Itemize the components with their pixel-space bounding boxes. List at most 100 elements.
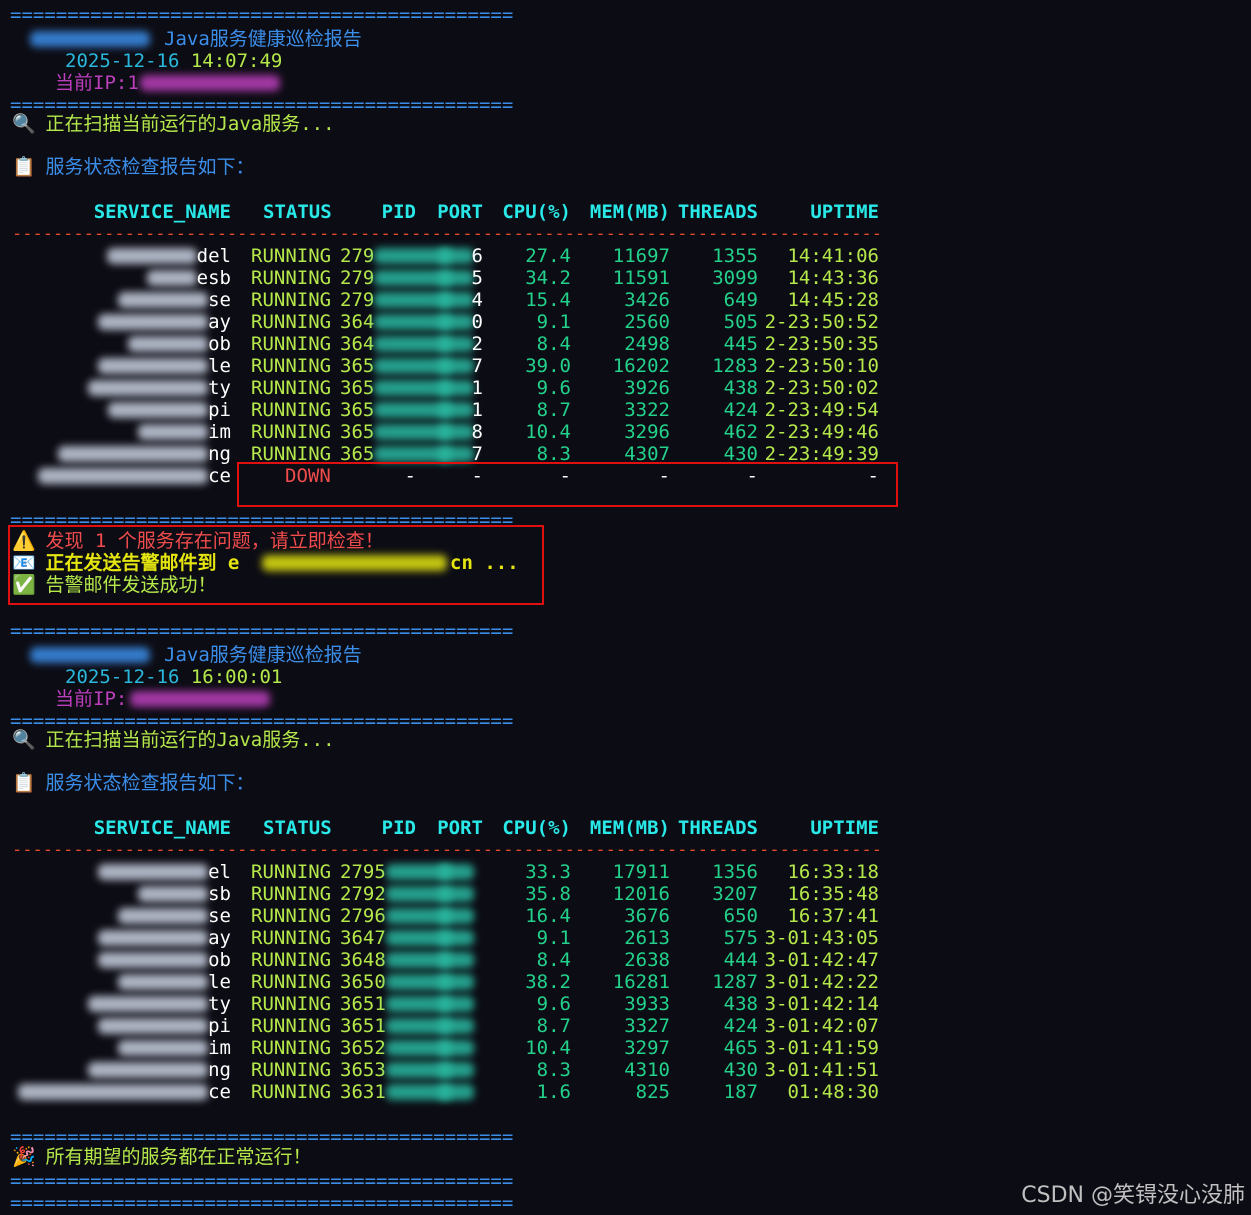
threads-value: 505 [723, 311, 758, 333]
port-tail: 1 [471, 377, 483, 399]
col-header-pid: PID [381, 817, 416, 839]
report-heading: 📋 服务状态检查报告如下： [12, 772, 254, 794]
uptime-value: 16:33:18 [787, 861, 879, 883]
threads-value: 444 [723, 949, 758, 971]
redacted-port [438, 446, 474, 462]
uptime-value: 2-23:50:02 [764, 377, 879, 399]
service-name-tail: se [208, 289, 231, 311]
table-divider: ----------------------------------------… [12, 224, 880, 244]
pid-head: 364 [340, 311, 375, 333]
uptime-value: 2-23:50:35 [764, 333, 879, 355]
redacted-port [438, 314, 474, 330]
service-name-tail: ng [208, 443, 231, 465]
mem-value: 2613 [624, 927, 670, 949]
mem-value: 2560 [624, 311, 670, 333]
service-name-tail: ty [208, 993, 231, 1015]
pid-head: 3647 [340, 927, 386, 949]
report-heading-text: 服务状态检查报告如下： [45, 156, 255, 178]
threads-value: 465 [723, 1037, 758, 1059]
mem-value: 3933 [624, 993, 670, 1015]
service-name-tail: del [196, 245, 231, 267]
redacted-port [438, 930, 474, 946]
col-header-cpu: CPU(%) [502, 817, 571, 839]
uptime-value: 01:48:30 [787, 1081, 879, 1103]
uptime-value: 3-01:41:51 [764, 1059, 879, 1081]
report-heading-text: 服务状态检查报告如下： [45, 772, 255, 794]
ip-label: 当前IP: [55, 688, 128, 710]
mem-value: 825 [635, 1081, 670, 1103]
col-header-threads: THREADS [677, 201, 758, 223]
all-services-ok-text: 所有期望的服务都在正常运行！ [45, 1146, 312, 1168]
redacted-port [438, 1018, 474, 1034]
mem-value: 2638 [624, 949, 670, 971]
report-heading: 📋 服务状态检查报告如下： [12, 156, 254, 178]
redacted-service-name [128, 336, 209, 352]
report-date: 2025-12-16 [65, 50, 180, 72]
pid-head: 3650 [340, 971, 386, 993]
status-running: RUNNING [251, 399, 332, 421]
threads-value: 430 [723, 1059, 758, 1081]
redacted-service-name [38, 468, 209, 484]
status-running: RUNNING [251, 267, 332, 289]
col-header-mem: MEM(MB) [589, 817, 670, 839]
scanning-message: 🔍 正在扫描当前运行的Java服务... [12, 729, 335, 751]
cpu-value: 8.4 [536, 949, 571, 971]
status-running: RUNNING [251, 1081, 332, 1103]
redacted-port [438, 908, 474, 924]
status-running: RUNNING [251, 377, 332, 399]
service-name-tail: ce [208, 1081, 231, 1103]
port-tail: 5 [471, 267, 483, 289]
mem-value: 11591 [612, 267, 670, 289]
redacted-service-name [98, 864, 209, 880]
mem-value: 16281 [612, 971, 670, 993]
pid-head: 279 [340, 267, 375, 289]
uptime-value: 3-01:43:05 [764, 927, 879, 949]
service-name-tail: ob [208, 949, 231, 971]
ip-label: 当前IP: [55, 72, 128, 94]
scanning-message: 🔍 正在扫描当前运行的Java服务... [12, 113, 335, 135]
uptime-value: 2-23:49:46 [764, 421, 879, 443]
threads-value: 1355 [712, 245, 758, 267]
separator-line: ========================================… [10, 1170, 514, 1192]
cpu-value: 27.4 [525, 245, 571, 267]
threads-value: 1283 [712, 355, 758, 377]
mem-value: 11697 [612, 245, 670, 267]
mem-value: 12016 [612, 883, 670, 905]
redacted-service-name [138, 424, 209, 440]
status-running: RUNNING [251, 355, 332, 377]
redacted-ip [130, 691, 270, 707]
pid-head: 364 [340, 333, 375, 355]
redacted-port [438, 864, 474, 880]
redacted-hostname [30, 31, 150, 47]
redacted-service-name [98, 358, 209, 374]
mem-value: 4310 [624, 1059, 670, 1081]
redacted-service-name [118, 908, 209, 924]
mem-value: 17911 [612, 861, 670, 883]
pid-head: 3653 [340, 1059, 386, 1081]
terminal-window[interactable]: ========================================… [0, 0, 1251, 1215]
pid-head: 279 [340, 245, 375, 267]
redacted-port [438, 1084, 474, 1100]
threads-value: 3207 [712, 883, 758, 905]
col-header-service-name: SERVICE_NAME [93, 817, 231, 839]
redacted-port [438, 292, 474, 308]
threads-value: 187 [723, 1081, 758, 1103]
redacted-service-name [98, 952, 209, 968]
pid-head: 279 [340, 289, 375, 311]
cpu-value: 9.1 [536, 927, 571, 949]
col-header-status: STATUS [263, 817, 332, 839]
service-name-tail: le [208, 971, 231, 993]
service-name-tail: le [208, 355, 231, 377]
port-tail: 2 [471, 333, 483, 355]
col-header-mem: MEM(MB) [589, 201, 670, 223]
redacted-service-name [118, 974, 209, 990]
cpu-value: 10.4 [525, 1037, 571, 1059]
separator-line: ========================================… [10, 1192, 514, 1214]
service-name-tail: ay [208, 927, 231, 949]
port-tail: 4 [471, 289, 483, 311]
uptime-value: 3-01:41:59 [764, 1037, 879, 1059]
service-name-tail: ay [208, 311, 231, 333]
col-header-status: STATUS [263, 201, 332, 223]
status-running: RUNNING [251, 993, 332, 1015]
report-title: Java服务健康巡检报告 [164, 644, 362, 666]
